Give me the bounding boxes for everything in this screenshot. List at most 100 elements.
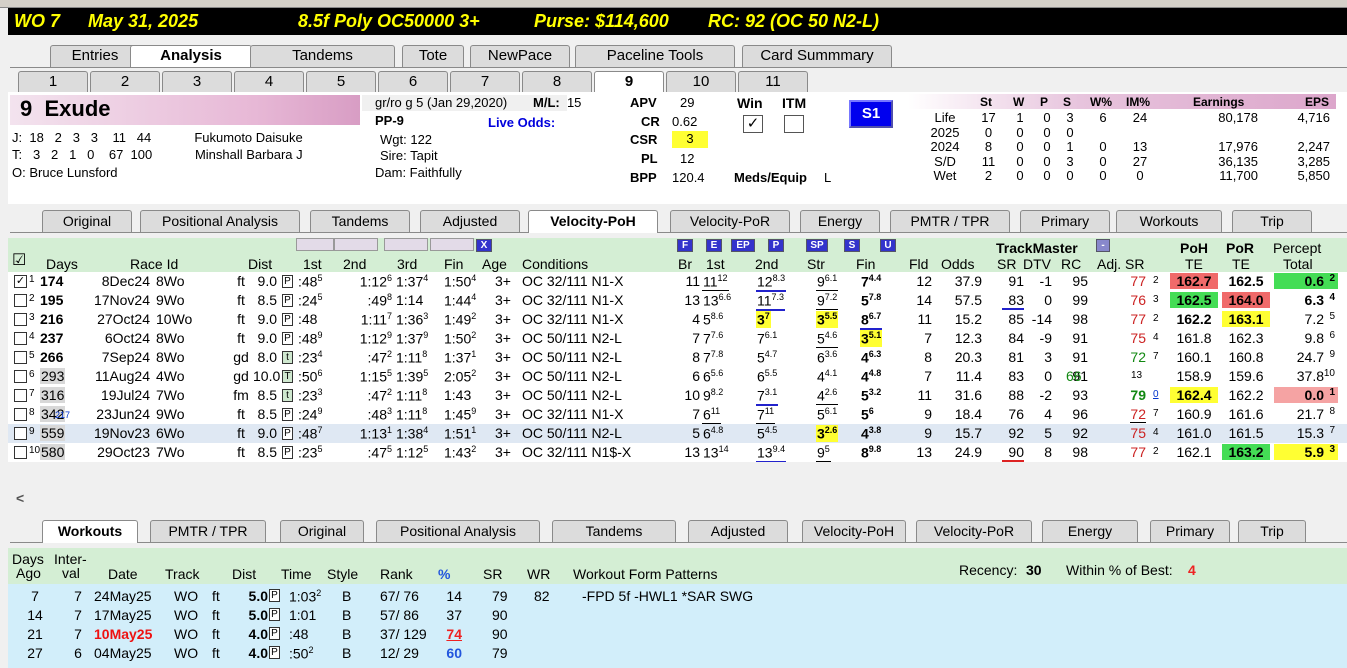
analysis-tab-primary[interactable]: Primary: [1020, 210, 1110, 232]
pp-row-checkbox[interactable]: [14, 370, 27, 383]
horse-tab-2[interactable]: 2: [90, 71, 160, 93]
sort-pill-4[interactable]: [430, 238, 474, 251]
pp-row[interactable]: 9 559 19Nov23 6Wo ft 9.0 P:487 1:131 1:384 1:511 3…: [8, 424, 1347, 443]
wo-time: :48: [289, 626, 309, 642]
analysis-tab-energy[interactable]: Energy: [800, 210, 880, 232]
pp-row[interactable]: 2 195 17Nov24 9Wo ft 8.5 P:245:498 1:14 1:444 3+ O…: [8, 291, 1347, 311]
pp-row-checkbox[interactable]: [14, 408, 27, 421]
jockey-line: J: 18 2 3 3 11 44 Fukumoto Daisuke: [12, 130, 303, 145]
analysis-tab-pmtr-tpr[interactable]: PMTR / TPR: [890, 210, 1010, 232]
pp-adj-sr: 75: [1130, 330, 1146, 346]
scroll-left-arrow-icon[interactable]: <: [16, 490, 24, 506]
stats-life-wp: 6: [1099, 110, 1107, 125]
horse-tab-6[interactable]: 6: [378, 71, 448, 93]
s1-button[interactable]: S1: [849, 100, 893, 128]
tab-entries[interactable]: Entries: [50, 45, 140, 67]
lower-tab-pmtr-tpr[interactable]: PMTR / TPR: [150, 520, 266, 542]
pp-age: 3+: [495, 349, 511, 365]
analysis-tab-tandems[interactable]: Tandems: [310, 210, 410, 232]
sort-pill-3[interactable]: [384, 238, 428, 251]
pp-horizontal-scroll[interactable]: <: [8, 462, 1347, 518]
pp-row[interactable]: 3 216 27Oct24 10Wo ft 9.0 P:48 1:117 1:363 1:492 3…: [8, 310, 1347, 330]
lower-tab-velocity-poh[interactable]: Velocity-PoH: [802, 520, 906, 542]
pp-row-checkbox[interactable]: [14, 351, 27, 364]
title-race-type: 8.5f Poly OC50000 3+: [298, 11, 480, 31]
analysis-tab-workouts[interactable]: Workouts: [1116, 210, 1222, 232]
workout-row[interactable]: 14 7 17May25 WO ft 5.0 P 1:01 B 57/ 86 37 90: [8, 606, 1347, 626]
pp-row-checkbox[interactable]: [14, 332, 27, 345]
workout-row[interactable]: 21 7 10May25 WO ft 4.0 P:48 B 37/ 129 74 90: [8, 625, 1347, 645]
analysis-tab-original[interactable]: Original: [42, 210, 132, 232]
win-checkbox[interactable]: ✓: [743, 115, 763, 133]
filter-btn-p[interactable]: P: [768, 239, 784, 252]
filter-btn-sp[interactable]: SP: [806, 239, 828, 252]
lower-tab-trip[interactable]: Trip: [1238, 520, 1306, 542]
filter-btn-ep[interactable]: EP: [731, 239, 755, 252]
workout-row[interactable]: 7 7 24May25 WO ft 5.0 P 1:032 B 67/ 76 14 79 82 -FPD …: [8, 587, 1347, 607]
lower-tab-adjusted[interactable]: Adjusted: [688, 520, 788, 542]
filter-btn-f[interactable]: F: [677, 239, 693, 252]
horse-tab-10[interactable]: 10: [666, 71, 736, 93]
tab-newpace[interactable]: NewPace: [470, 45, 570, 67]
pp-surf: ft: [237, 311, 245, 327]
horse-tab-8[interactable]: 8: [522, 71, 592, 93]
tab-card-summmary[interactable]: Card Summmary: [742, 45, 892, 67]
pp-row[interactable]: 8 342 217 23Jun24 9Wo ft 8.5 P:249:483 1:118 1:45…: [8, 405, 1347, 424]
pp-row-checkbox[interactable]: ✓: [14, 275, 27, 288]
horse-tab-7[interactable]: 7: [450, 71, 520, 93]
workout-row[interactable]: 27 6 04May25 WO ft 4.0 P:502 B 12/ 29 60 79: [8, 644, 1347, 664]
filter-btn-x[interactable]: X: [476, 239, 492, 252]
pp-row[interactable]: 10 580 29Oct23 7Wo ft 8.5 P:235:475 1:125 1:432 3…: [8, 443, 1347, 463]
lower-tab-original[interactable]: Original: [280, 520, 364, 542]
tab-paceline-tools[interactable]: Paceline Tools: [575, 45, 735, 67]
pp-odds: 15.2: [954, 311, 982, 327]
analysis-tab-trip[interactable]: Trip: [1232, 210, 1312, 232]
horse-tab-9[interactable]: 9: [594, 71, 664, 94]
horse-tab-3[interactable]: 3: [162, 71, 232, 93]
tab-analysis[interactable]: Analysis: [130, 45, 252, 68]
sort-pill-2[interactable]: [334, 238, 378, 251]
pp-c3: 1:363: [396, 311, 429, 328]
pp-date: 11Aug24: [94, 368, 150, 384]
wo-int: 6: [74, 645, 82, 661]
pp-row[interactable]: 5 266 7Sep24 8Wo gd 8.0 t:234:472 1:118 1:371 3+ O…: [8, 348, 1347, 367]
pp-percept-total: 24.7 9: [1296, 349, 1335, 365]
pp-header-str: Str: [807, 256, 825, 272]
lower-tab-energy[interactable]: Energy: [1042, 520, 1138, 542]
pp-row-checkbox[interactable]: [14, 446, 27, 459]
horse-tab-4[interactable]: 4: [234, 71, 304, 93]
analysis-tab-velocity-por[interactable]: Velocity-PoR: [670, 210, 790, 232]
lower-tab-workouts[interactable]: Workouts: [42, 520, 138, 543]
tab-tote[interactable]: Tote: [402, 45, 464, 67]
filter-btn-u[interactable]: U: [880, 239, 896, 252]
filter-btn-e[interactable]: E: [706, 239, 722, 252]
pp-row[interactable]: 7 316 19Jul24 7Wo fm 8.5 t:233:472 1:118 1:43 3+ O…: [8, 386, 1347, 406]
pp-row-checkbox[interactable]: [14, 427, 27, 440]
itm-checkbox[interactable]: [784, 115, 804, 133]
lower-tab-velocity-por[interactable]: Velocity-PoR: [916, 520, 1032, 542]
horse-tab-11[interactable]: 11: [738, 71, 808, 93]
pp-row-checkbox[interactable]: [14, 294, 27, 307]
analysis-tab-velocity-poh[interactable]: Velocity-PoH: [528, 210, 658, 233]
filter-btn-s[interactable]: S: [844, 239, 860, 252]
sort-pill-1[interactable]: [296, 238, 334, 251]
pp-date: 29Oct23: [97, 444, 150, 460]
lower-tab-primary[interactable]: Primary: [1150, 520, 1230, 542]
pp-row[interactable]: ✓ 1 174 8Dec24 8Wo ft 9.0 P:485 1:126 1:374 1:504 3…: [8, 272, 1347, 292]
pp-row[interactable]: 6 293 11Aug24 4Wo gd 10.0 T:506 1:155 1:395 2:052…: [8, 367, 1347, 386]
pp-row[interactable]: 4 237 6Oct24 8Wo ft 9.0 P:489 1:129 1:379 1:502 3+…: [8, 329, 1347, 348]
tab-tandems[interactable]: Tandems: [250, 45, 395, 67]
select-all-checkbox[interactable]: ☑: [12, 250, 26, 270]
pp-row-checkbox[interactable]: [14, 389, 27, 402]
lower-tab-positional-analysis[interactable]: Positional Analysis: [376, 520, 540, 542]
pp-row-checkbox[interactable]: [14, 313, 27, 326]
analysis-tab-positional-analysis[interactable]: Positional Analysis: [140, 210, 300, 232]
filter-btn-minus[interactable]: -: [1096, 239, 1110, 252]
pp-br: 7: [692, 330, 700, 346]
horse-tab-1[interactable]: 1: [18, 71, 88, 93]
stats-2024-earn: 17,976: [1218, 139, 1258, 154]
horse-tab-5[interactable]: 5: [306, 71, 376, 93]
analysis-tab-adjusted[interactable]: Adjusted: [420, 210, 520, 232]
wo-header-within_label: Within % of Best:: [1066, 562, 1173, 578]
lower-tab-tandems[interactable]: Tandems: [552, 520, 676, 542]
